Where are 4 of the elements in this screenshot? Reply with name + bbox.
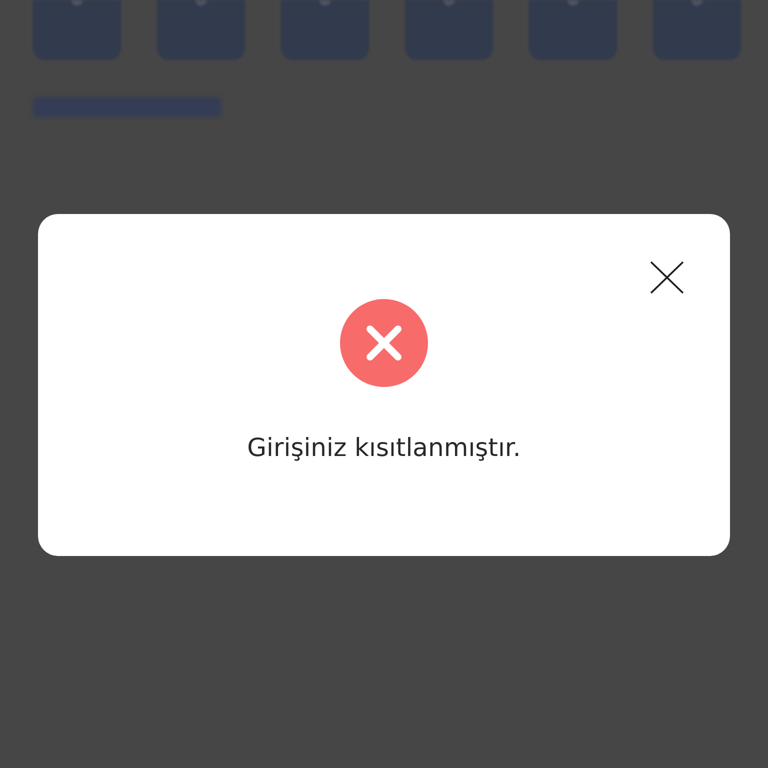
error-icon: [340, 299, 428, 387]
error-message: Girişiniz kısıtlanmıştır.: [247, 432, 521, 464]
close-icon: [650, 261, 684, 294]
close-button[interactable]: [648, 259, 686, 296]
